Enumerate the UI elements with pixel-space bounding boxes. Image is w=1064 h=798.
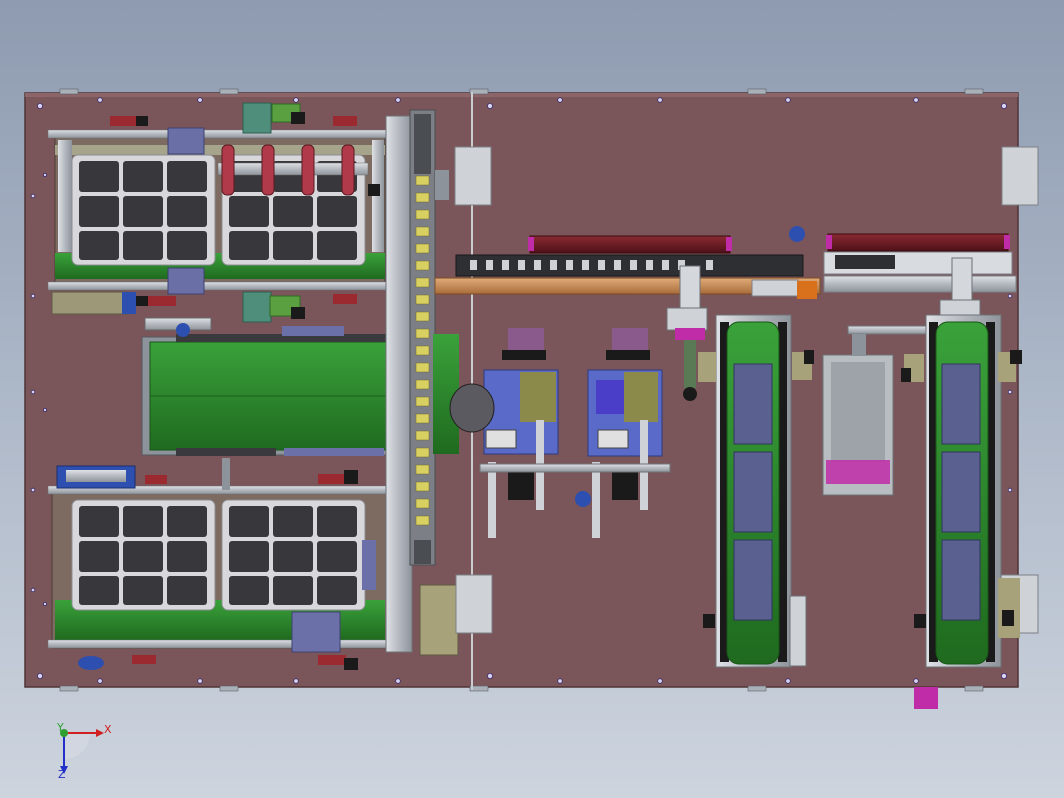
cad-viewport[interactable]: X Y Z — [0, 0, 1064, 798]
y-axis-label: Y — [56, 721, 64, 734]
z-axis-label: Z — [58, 768, 66, 781]
main-conveyor[interactable] — [141, 317, 403, 456]
tray-module-bottom[interactable] — [47, 458, 389, 670]
coordinate-triad: X Y Z — [56, 721, 112, 781]
tray-module-top[interactable] — [47, 102, 389, 323]
buffer-station[interactable] — [822, 334, 894, 496]
x-axis-label: X — [104, 723, 112, 736]
cross-shaft — [479, 463, 671, 473]
chain-links — [415, 175, 430, 526]
conveyor-vertical-left[interactable] — [715, 314, 792, 668]
blue-marker — [575, 491, 591, 507]
